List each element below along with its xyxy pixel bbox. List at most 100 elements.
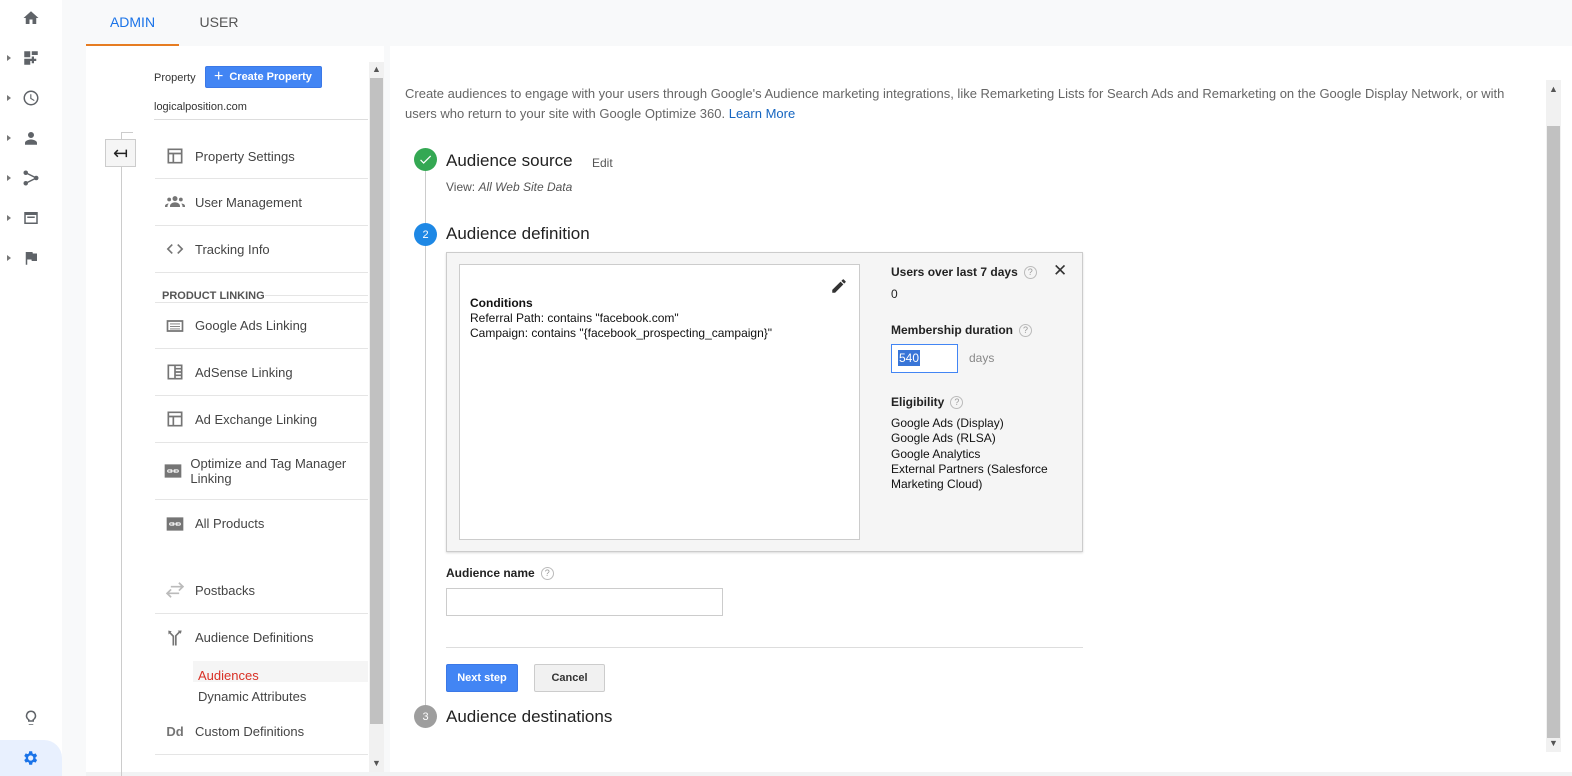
nav-item-label: Google Ads Linking (195, 318, 308, 333)
dd-icon: Dd (166, 724, 184, 739)
collapse-back-button[interactable]: ↤ (105, 139, 136, 167)
expand-arrow-icon[interactable] (7, 95, 11, 101)
list-icon (155, 316, 195, 336)
property-label: Property (154, 72, 196, 84)
nav-item-google-ads-linking[interactable]: Google Ads Linking (155, 302, 368, 349)
nav-subitem-dynamic-attributes[interactable]: Dynamic Attributes (198, 689, 306, 704)
people-icon (155, 192, 195, 212)
divider (446, 647, 1083, 648)
users-count: 0 (891, 287, 898, 301)
arrow-left-icon: ↤ (112, 142, 129, 163)
nav-item-adsense-linking[interactable]: AdSense Linking (155, 349, 368, 396)
edit-link[interactable]: Edit (592, 156, 613, 170)
nav-item-label: Postbacks (195, 582, 255, 598)
property-selector[interactable]: logicalposition.com (154, 101, 247, 113)
layout-icon (155, 146, 195, 166)
eligibility-item: Google Ads (Display) (891, 416, 1004, 430)
expand-arrow-icon[interactable] (7, 135, 11, 141)
membership-duration-input[interactable]: 540 (891, 344, 958, 373)
nav-item-user-management[interactable]: User Management (155, 179, 368, 226)
step-complete-icon (414, 148, 437, 171)
left-rail (0, 0, 62, 776)
next-step-button[interactable]: Next step (446, 664, 518, 692)
eligibility-item: External Partners (Salesforce Marketing … (891, 461, 1048, 492)
step-number-badge: 3 (414, 705, 437, 728)
nav-item-all-products[interactable]: All Products (155, 500, 368, 547)
cancel-button[interactable]: Cancel (534, 664, 605, 692)
top-tab-bar (62, 0, 1572, 46)
layout-icon (155, 409, 195, 429)
expand-arrow-icon[interactable] (7, 55, 11, 61)
nav-subitem-audiences[interactable]: Audiences (198, 668, 259, 683)
gear-icon (24, 751, 38, 765)
home-icon[interactable] (18, 5, 44, 31)
eligibility-label: Eligibility? (891, 395, 964, 409)
nav-scrollbar[interactable]: ▲ ▼ (369, 62, 384, 772)
membership-duration-label: Membership duration? (891, 323, 1033, 337)
tree-line (121, 132, 122, 776)
main-scrollbar[interactable]: ▲ ▼ (1546, 80, 1561, 752)
nav-item-ad-exchange-linking[interactable]: Ad Exchange Linking (155, 396, 368, 443)
nav-item-optimize-tag-manager-linking[interactable]: Optimize and Tag Manager Linking (155, 443, 368, 500)
divider (265, 295, 368, 296)
tree-line (121, 132, 133, 133)
nav-item-property-settings[interactable]: Property Settings (155, 134, 368, 179)
tab-admin[interactable]: ADMIN (86, 0, 179, 46)
close-icon[interactable]: ✕ (1053, 261, 1067, 281)
admin-gear-button[interactable] (0, 740, 62, 776)
lightbulb-icon[interactable] (18, 705, 44, 731)
tab-user[interactable]: USER (183, 0, 255, 46)
fork-icon (155, 628, 195, 648)
acquisition-icon[interactable] (18, 165, 44, 191)
learn-more-link[interactable]: Learn More (729, 106, 795, 121)
days-unit-label: days (969, 351, 995, 365)
nav-item-label: User Management (195, 194, 302, 210)
code-icon (155, 239, 195, 259)
clock-icon[interactable] (18, 85, 44, 111)
nav-item-tracking-info[interactable]: Tracking Info (155, 226, 368, 273)
step-title-audience-definition: Audience definition (446, 224, 590, 243)
person-icon[interactable] (18, 125, 44, 151)
view-value: All Web Site Data (478, 180, 573, 194)
scroll-up-icon[interactable]: ▲ (372, 64, 381, 74)
divider (154, 119, 368, 120)
bottom-strip (86, 772, 1572, 776)
create-property-button[interactable]: + Create Property (205, 66, 322, 88)
membership-duration-value: 540 (898, 350, 921, 366)
condition-line: Referral Path: contains "facebook.com" (470, 311, 679, 325)
nav-item-custom-definitions[interactable]: Dd Custom Definitions (155, 709, 368, 755)
help-icon[interactable]: ? (1019, 323, 1033, 337)
users-last-7-days-label: Users over last 7 days? (891, 265, 1037, 279)
condition-line: Campaign: contains "{facebook_prospectin… (470, 326, 773, 340)
link-icon (155, 514, 195, 534)
eligibility-item: Google Analytics (891, 446, 981, 461)
expand-arrow-icon[interactable] (7, 215, 11, 221)
eligibility-list: Google Ads (Display) Google Ads (RLSA) G… (891, 416, 1071, 492)
help-icon[interactable]: ? (540, 566, 554, 580)
scrollbar-thumb[interactable] (1547, 126, 1560, 738)
nav-item-audience-definitions[interactable]: Audience Definitions (155, 614, 368, 661)
behavior-icon[interactable] (18, 205, 44, 231)
scroll-down-icon[interactable]: ▼ (1549, 738, 1558, 748)
nav-item-label: Optimize and Tag Manager Linking (190, 456, 347, 486)
dashboard-icon[interactable] (18, 45, 44, 71)
expand-arrow-icon[interactable] (7, 175, 11, 181)
nav-item-label: AdSense Linking (195, 364, 293, 380)
expand-arrow-icon[interactable] (7, 255, 11, 261)
nav-item-label: Tracking Info (195, 241, 270, 257)
left-gutter (62, 46, 86, 776)
scrollbar-thumb[interactable] (370, 78, 383, 724)
audience-name-input[interactable] (446, 588, 723, 616)
nav-item-postbacks[interactable]: Postbacks (155, 567, 368, 614)
pencil-icon[interactable] (830, 277, 848, 295)
scroll-down-icon[interactable]: ▼ (372, 758, 381, 768)
nav-item-label: Custom Definitions (195, 724, 305, 739)
help-icon[interactable]: ? (1023, 265, 1037, 279)
nav-item-label: Property Settings (195, 148, 295, 164)
flag-icon[interactable] (18, 245, 44, 271)
scroll-up-icon[interactable]: ▲ (1549, 84, 1558, 94)
help-icon[interactable]: ? (950, 395, 964, 409)
step-number-badge: 2 (414, 223, 437, 246)
audience-name-label: Audience name? (446, 566, 554, 580)
link-icon (155, 461, 190, 481)
